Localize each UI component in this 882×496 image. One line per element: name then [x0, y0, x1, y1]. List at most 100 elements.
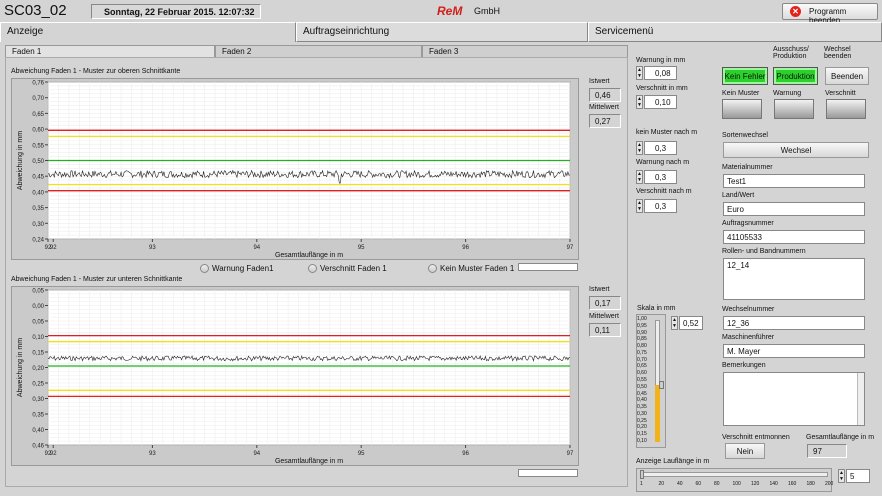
gesamtlaufl-value: 97 [807, 444, 847, 458]
y-axis-label: Abweichung in mm [17, 131, 24, 190]
warnung-radio[interactable] [200, 264, 209, 273]
y-tick-label: 0,76 [32, 81, 44, 87]
x-axis-label: Gesamtlauflänge in m [275, 252, 343, 259]
app-title: SC03_02 [4, 2, 67, 19]
nein-button[interactable]: Nein [725, 443, 765, 459]
skala-tick-label: 0,10 [637, 438, 647, 444]
top-chart-scrollbar[interactable] [518, 263, 578, 271]
x-tick-label: 96 [462, 245, 469, 251]
materialnummer-field[interactable]: Test1 [723, 174, 865, 188]
laufl-tick-label: 1 [640, 481, 643, 487]
tab-auftragseinrichtung[interactable]: Auftragseinrichtung [296, 22, 588, 42]
land-label: Land/Wert [722, 192, 755, 199]
laufl-spinner[interactable]: ▲ ▼ [838, 469, 845, 483]
laufl-slider-track[interactable] [640, 472, 828, 477]
laufl-tick-label: 60 [695, 481, 702, 487]
legend-warnung: Warnung Faden1 [212, 264, 274, 273]
verschnitt-label: Verschnitt in mm [636, 85, 688, 92]
verschnitt-nach-input[interactable]: 0,3 [644, 199, 677, 213]
skala-tick-label: 0,50 [637, 383, 647, 390]
skala-slider-handle[interactable] [659, 381, 664, 389]
laufl-tick-label: 180 [806, 481, 815, 487]
verschnitt-indicator-label: Verschnitt [825, 90, 856, 97]
warnung-nach-input[interactable]: 0,3 [644, 170, 677, 184]
wechselnummer-field[interactable]: 12_36 [723, 316, 865, 330]
verschnitt-spinner[interactable]: ▲ ▼ [636, 95, 643, 109]
bottom-chart-scrollbar[interactable] [518, 469, 578, 477]
legend-verschnitt: Verschnitt Faden 1 [320, 264, 387, 273]
y-tick-label: 0,15 [32, 351, 44, 357]
y-tick-label: 0,00 [32, 304, 44, 310]
verschnitt-radio[interactable] [308, 264, 317, 273]
materialnummer-label: Materialnummer [722, 164, 773, 171]
produktion-button[interactable]: Produktion [773, 67, 818, 85]
y-tick-label: 0,50 [32, 159, 44, 165]
y-tick-label: 0,35 [32, 413, 44, 419]
skala-input[interactable]: 0,52 [679, 316, 703, 330]
tab-anzeige[interactable]: Anzeige [0, 22, 296, 42]
chart-top: 0,76 0,70 0,65 0,60 0,55 0,50 0,45 0,40 0,35 0,30… [17, 81, 574, 260]
skala-tick-label: 0,25 [637, 417, 647, 424]
y-tick-label: 0,20 [32, 366, 44, 372]
kein-muster-radio[interactable] [428, 264, 437, 273]
verschnitt-led [826, 99, 866, 119]
warnung-spinner[interactable]: ▲ ▼ [636, 66, 643, 80]
y-tick-label: 0,45 [32, 175, 44, 181]
x-tick-label: 94 [253, 451, 260, 457]
x-tick-label: 95 [358, 245, 365, 251]
bottom-mittelwert-label: Mittelwert [589, 313, 619, 320]
wechsel-button[interactable]: Wechsel [723, 142, 869, 158]
kein-muster-spinner[interactable]: ▲ ▼ [636, 141, 643, 155]
laufl-tick-label: 100 [732, 481, 741, 487]
laufl-ticks: 1 20 40 60 80 100 120 140 160 180 200 [640, 481, 833, 491]
chart-bottom: 0,05 0,00 0,05 0,10 0,15 0,20 0,25 0,30 0,35 0,40… [17, 289, 574, 466]
verschnitt-input[interactable]: 0,10 [644, 95, 677, 109]
laufl-tick-label: 200 [825, 481, 834, 487]
bottom-istwert-value: 0,17 [589, 296, 621, 310]
bemerkungen-field[interactable] [723, 372, 865, 426]
y-tick-label: 0,30 [32, 397, 44, 403]
verschnitt-nach-spinner[interactable]: ▲ ▼ [636, 199, 643, 213]
top-mittelwert-value: 0,27 [589, 114, 621, 128]
x-tick-label: 92 [50, 245, 57, 251]
close-icon: ✕ [790, 6, 801, 17]
bottom-istwert-label: Istwert [589, 286, 610, 293]
laufl-tick-label: 40 [677, 481, 683, 487]
auftragsnummer-field[interactable]: 41105533 [723, 230, 865, 244]
wechselnummer-label: Wechselnummer [722, 306, 775, 313]
skala-tick-label: 0,80 [637, 343, 647, 350]
y-tick-label: 0,25 [32, 382, 44, 388]
y-tick-label: 0,60 [32, 128, 44, 134]
skala-slider-fill [655, 385, 660, 442]
laufl-tick-label: 80 [714, 481, 720, 487]
rollen-label: Rollen- und Bandnummern [722, 248, 806, 255]
warnung-indicator-label: Warnung [773, 90, 802, 97]
wechsel-beenden-label: Wechsel beenden [824, 46, 852, 60]
x-tick-label: 96 [462, 451, 469, 457]
sortenwechsel-label: Sortenwechsel [722, 132, 768, 139]
kein-muster-input[interactable]: 0,3 [644, 141, 677, 155]
laufl-input[interactable]: 5 [846, 469, 870, 483]
bemerkungen-scrollbar[interactable] [857, 373, 864, 425]
rollen-field[interactable]: 12_14 [723, 258, 865, 300]
y-tick-label: 0,55 [32, 143, 44, 149]
kein-fehler-button[interactable]: Kein Fehler [722, 67, 768, 85]
skala-label: Skala in mm [637, 305, 676, 312]
warnung-label: Warnung in mm [636, 57, 686, 64]
laufl-tick-label: 120 [751, 481, 760, 487]
x-tick-label: 97 [567, 451, 574, 457]
warnung-nach-spinner[interactable]: ▲ ▼ [636, 170, 643, 184]
kein-muster-nach-label: kein Muster nach m [636, 129, 698, 136]
skala-tick-label: 0,90 [637, 329, 647, 336]
warnung-input[interactable]: 0,08 [644, 66, 677, 80]
tab-servicemenu[interactable]: Servicemenü [588, 22, 882, 42]
warnung-led [774, 99, 814, 119]
y-tick-label: 0,24 [32, 238, 44, 244]
warnung-nach-label: Warnung nach m [636, 159, 690, 166]
laufl-slider-handle[interactable] [640, 470, 644, 479]
skala-spinner[interactable]: ▲ ▼ [671, 316, 678, 330]
maschinenfuehrer-field[interactable]: M. Mayer [723, 344, 865, 358]
beenden-button[interactable]: Beenden [825, 67, 869, 85]
land-field[interactable]: Euro [723, 202, 865, 216]
top-istwert-value: 0,46 [589, 88, 621, 102]
